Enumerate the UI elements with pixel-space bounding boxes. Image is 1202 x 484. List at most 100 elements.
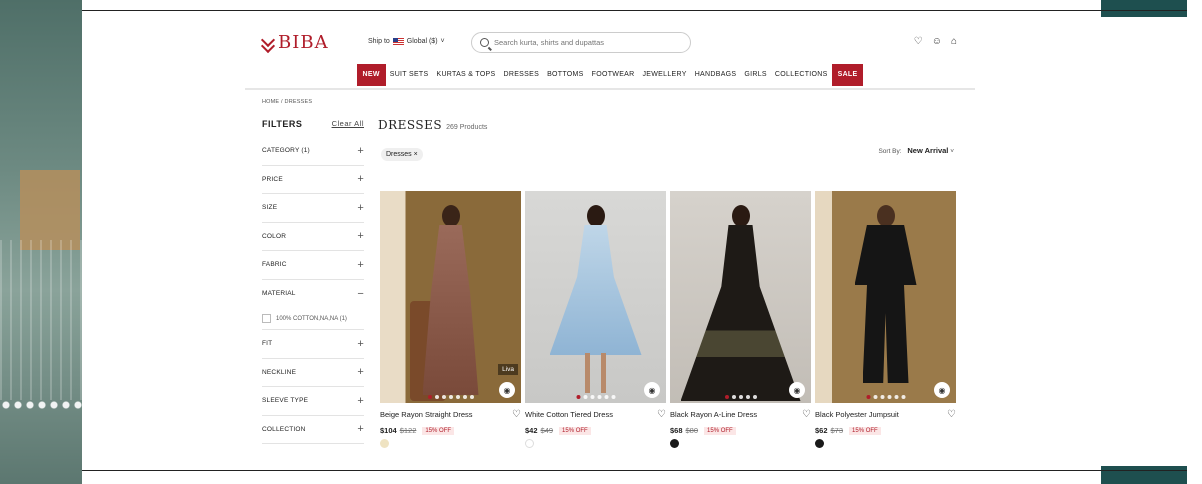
nav-collections[interactable]: COLLECTIONS <box>771 64 832 86</box>
search-bar[interactable] <box>471 32 691 53</box>
original-price: $73 <box>830 426 844 435</box>
bag-icon[interactable]: ⌂ <box>951 37 957 47</box>
filter-color[interactable]: COLOR + <box>262 223 364 251</box>
heart-icon[interactable]: ♡ <box>914 37 923 47</box>
nav-bottoms[interactable]: BOTTOMS <box>543 64 588 86</box>
nav-jewellery[interactable]: JEWELLERY <box>639 64 691 86</box>
quick-view-icon[interactable]: ◉ <box>644 382 660 398</box>
product-card[interactable]: ◉ Black Rayon A-Line Dress ♡ $68 $80 15% OF… <box>670 191 811 448</box>
filter-size[interactable]: SIZE + <box>262 194 364 223</box>
plus-icon: + <box>357 337 364 350</box>
carousel-dots[interactable] <box>866 395 905 399</box>
product-price: $62 $73 15% OFF <box>815 426 956 435</box>
user-icon[interactable]: ☺ <box>932 37 942 47</box>
filter-collection[interactable]: COLLECTION + <box>262 416 364 444</box>
color-swatch[interactable] <box>815 439 824 448</box>
ship-region: Global ($) <box>406 38 438 45</box>
option-label: 100% COTTON,NA,NA (1) <box>276 315 347 322</box>
filter-label: COLLECTION <box>262 425 306 433</box>
nav-dresses[interactable]: DRESSES <box>500 64 544 86</box>
filter-label: SLEEVE TYPE <box>262 397 309 405</box>
wishlist-heart-icon[interactable]: ♡ <box>657 409 666 420</box>
nav-new[interactable]: NEW <box>356 64 386 86</box>
nav-kurtas-tops[interactable]: KURTAS & TOPS <box>432 64 499 86</box>
wishlist-heart-icon[interactable]: ♡ <box>947 409 956 420</box>
plus-icon: + <box>357 201 364 214</box>
filter-label: PRICE <box>262 175 283 183</box>
checkbox[interactable] <box>262 314 271 323</box>
filter-label: FABRIC <box>262 261 287 269</box>
search-input[interactable] <box>494 38 674 47</box>
product-card[interactable]: Liva ◉ Beige Rayon Straight Dress ♡ $104 $… <box>380 191 521 448</box>
product-name[interactable]: Black Polyester Jumpsuit <box>815 410 899 419</box>
page-title: DRESSES <box>378 118 443 132</box>
clear-all-link[interactable]: Clear All <box>332 119 364 129</box>
chevron-down-icon: ˅ <box>950 148 954 155</box>
wishlist-heart-icon[interactable]: ♡ <box>802 409 811 420</box>
filter-label: NECKLINE <box>262 368 297 376</box>
product-image[interactable]: Liva ◉ <box>380 191 521 403</box>
brand-badge: Liva <box>498 364 518 375</box>
product-name[interactable]: Beige Rayon Straight Dress <box>380 410 473 419</box>
nav-girls[interactable]: GIRLS <box>740 64 771 86</box>
filter-neckline[interactable]: NECKLINE + <box>262 359 364 387</box>
product-card[interactable]: ◉ Black Polyester Jumpsuit ♡ $62 $73 15% OF… <box>815 191 956 448</box>
nav-suit-sets[interactable]: SUIT SETS <box>386 64 433 86</box>
sort-dropdown[interactable]: Sort By: New Arrival ˅ <box>878 146 954 155</box>
breadcrumb-home[interactable]: HOME <box>262 99 279 105</box>
original-price: $80 <box>685 426 699 435</box>
color-swatch[interactable] <box>380 439 389 448</box>
filter-category[interactable]: CATEGORY (1) + <box>262 137 364 166</box>
dress-shape <box>680 225 801 401</box>
filter-fabric[interactable]: FABRIC + <box>262 251 364 280</box>
breadcrumb-current: DRESSES <box>284 99 313 105</box>
product-info: Black Polyester Jumpsuit ♡ <box>815 409 956 420</box>
ship-to-selector[interactable]: Ship to Global ($) ˅ <box>368 38 445 45</box>
filter-sleeve-type[interactable]: SLEEVE TYPE + <box>262 387 364 416</box>
product-name[interactable]: White Cotton Tiered Dress <box>525 410 613 419</box>
nav-footwear[interactable]: FOOTWEAR <box>588 64 639 86</box>
product-info: Beige Rayon Straight Dress ♡ <box>380 409 521 420</box>
original-price: $49 <box>540 426 554 435</box>
product-card[interactable]: ◉ White Cotton Tiered Dress ♡ $42 $49 15% O… <box>525 191 666 448</box>
carousel-dots[interactable] <box>724 395 757 399</box>
frame-line-bottom <box>82 470 1187 471</box>
material-option[interactable]: 100% COTTON,NA,NA (1) <box>262 308 364 330</box>
product-image[interactable]: ◉ <box>670 191 811 403</box>
filter-fit[interactable]: FIT + <box>262 330 364 359</box>
product-grid: Liva ◉ Beige Rayon Straight Dress ♡ $104 $… <box>380 191 956 448</box>
product-image[interactable]: ◉ <box>815 191 956 403</box>
sale-price: $42 <box>525 426 538 435</box>
nav-handbags[interactable]: HANDBAGS <box>691 64 741 86</box>
biba-logo-icon <box>261 35 273 51</box>
shopping-cart-graphic <box>0 240 82 400</box>
sale-price: $104 <box>380 426 397 435</box>
leg-shape <box>585 353 590 393</box>
carousel-dots[interactable] <box>427 395 474 399</box>
quick-view-icon[interactable]: ◉ <box>789 382 805 398</box>
nav-sale[interactable]: SALE <box>831 64 864 86</box>
background-photo <box>0 0 82 484</box>
color-swatch[interactable] <box>670 439 679 448</box>
quick-view-icon[interactable]: ◉ <box>934 382 950 398</box>
site-header: BIBA Ship to Global ($) ˅ ♡ ☺ ⌂ <box>245 20 975 64</box>
brand-logo[interactable]: BIBA <box>261 32 329 53</box>
filter-price[interactable]: PRICE + <box>262 166 364 194</box>
discount-badge: 15% OFF <box>704 426 736 435</box>
active-filter-chip[interactable]: Dresses × <box>381 148 423 161</box>
sale-price: $68 <box>670 426 683 435</box>
filter-material[interactable]: MATERIAL − <box>262 280 364 309</box>
model-head <box>441 205 460 227</box>
plus-icon: + <box>357 423 364 436</box>
color-swatch[interactable] <box>525 439 534 448</box>
product-image[interactable]: ◉ <box>525 191 666 403</box>
plus-icon: + <box>357 258 364 271</box>
carousel-dots[interactable] <box>576 395 615 399</box>
ship-label: Ship to <box>368 38 390 45</box>
us-flag-icon <box>392 38 404 45</box>
quick-view-icon[interactable]: ◉ <box>499 382 515 398</box>
wishlist-heart-icon[interactable]: ♡ <box>512 409 521 420</box>
product-name[interactable]: Black Rayon A-Line Dress <box>670 410 757 419</box>
discount-badge: 15% OFF <box>422 426 455 435</box>
filter-header: FILTERS Clear All <box>262 119 364 137</box>
